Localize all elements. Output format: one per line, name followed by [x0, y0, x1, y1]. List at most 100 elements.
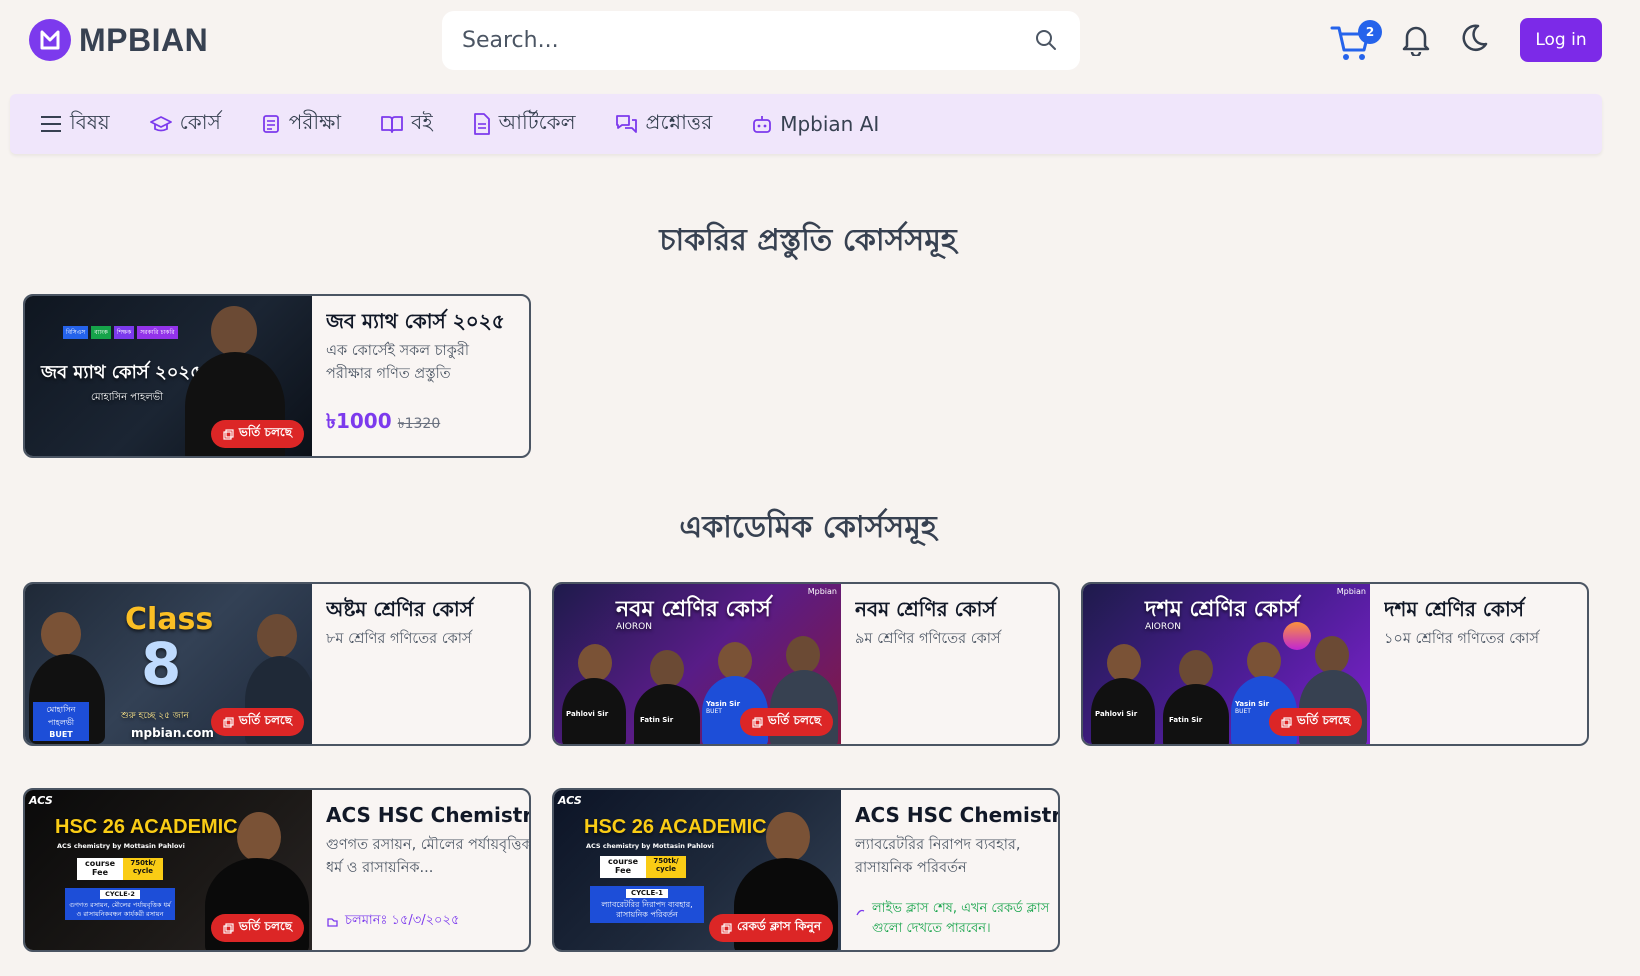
- instructor-photo: [650, 650, 684, 688]
- nav-item-books[interactable]: বই: [381, 108, 433, 141]
- enroll-icon: [1281, 716, 1292, 728]
- planet-decoration: [1283, 622, 1311, 650]
- current-price: ৳1000: [326, 409, 392, 433]
- nav-item-articles[interactable]: আর্টিকেল: [473, 108, 576, 141]
- main-nav: বিষয় কোর্স পরীক্ষা বই আর্টিকেল প্রশ্নোত…: [10, 94, 1602, 154]
- fee-label: course Fee: [600, 856, 646, 878]
- badge-label: ভর্তি চলছে: [238, 425, 292, 439]
- instructor-photo: [1247, 642, 1281, 680]
- enroll-icon: [223, 716, 234, 728]
- thumbnail-site: mpbian.com: [131, 726, 214, 740]
- badge-label: ভর্তি চলছে: [767, 713, 821, 727]
- menu-icon: [41, 116, 61, 132]
- thumbnail-tag: বিসিএস: [63, 326, 89, 339]
- thumbnail-title: HSC 26 ACADEMIC: [584, 816, 767, 838]
- course-card[interactable]: ACS HSC 26 ACADEMIC ACS chemistry by Mot…: [552, 788, 1060, 952]
- header: MPBIAN 2 Log in: [0, 0, 1640, 82]
- notification-button[interactable]: [1401, 22, 1431, 60]
- instructor-name: মোহাসিন পাহলভী: [46, 705, 76, 727]
- search-bar: [442, 11, 1080, 70]
- thumbnail-number: 8: [141, 630, 182, 698]
- thumbnail-logo: AIORON: [1145, 622, 1181, 632]
- instructor-name: Yasin Sir: [1235, 700, 1270, 708]
- fee-label: course Fee: [77, 858, 123, 880]
- thumbnail-logo: ACS: [558, 794, 582, 807]
- course-thumbnail: Mpbian নবম শ্রেণির কোর্স AIORON Pahlovi …: [554, 584, 841, 744]
- enrollment-badge: ভর্তি চলছে: [210, 914, 304, 942]
- exam-icon: [262, 115, 279, 133]
- course-card[interactable]: Mpbian দশম শ্রেণির কোর্স AIORON Pahlovi …: [1081, 582, 1589, 746]
- nav-item-label: বই: [411, 109, 433, 134]
- brand-logo[interactable]: MPBIAN: [29, 19, 208, 61]
- course-card[interactable]: Mpbian নবম শ্রেণির কোর্স AIORON Pahlovi …: [552, 582, 1060, 746]
- thumbnail-title: HSC 26 ACADEMIC: [55, 816, 238, 838]
- thumbnail-tag: ব্যাংক: [91, 326, 111, 339]
- login-button[interactable]: Log in: [1520, 18, 1602, 62]
- nav-item-label: Mpbian AI: [780, 112, 880, 136]
- enroll-icon: [752, 716, 763, 728]
- course-description: ৯ম শ্রেণির গণিতের কোর্স: [855, 631, 1001, 647]
- thumbnail-subtitle: শুরু হচ্ছে ২৫ জান: [121, 711, 189, 721]
- course-title: নবম শ্রেণির কোর্স: [855, 597, 996, 621]
- instructor-photo: [1315, 636, 1349, 674]
- badge-label: ভর্তি চলছে: [238, 713, 292, 727]
- course-thumbnail: Mpbian দশম শ্রেণির কোর্স AIORON Pahlovi …: [1083, 584, 1370, 744]
- brand-name: MPBIAN: [79, 21, 209, 58]
- instructor-photo-body: [1163, 684, 1229, 744]
- buy-recorded-badge: রেকর্ড ক্লাস কিনুন: [708, 914, 833, 942]
- enrollment-badge: ভর্তি চলছে: [210, 420, 304, 448]
- badge-label: রেকর্ড ক্লাস কিনুন: [736, 919, 821, 933]
- calendar-icon: [327, 918, 338, 927]
- info-icon: [856, 909, 865, 916]
- enrollment-badge: ভর্তি চলছে: [739, 708, 833, 736]
- thumbnail-subtitle: মোহাসিন পাহলভী: [91, 392, 163, 403]
- cart-count-badge: 2: [1358, 20, 1382, 44]
- course-description: এক কোর্সেই সকল চাকুরী পরীক্ষার গণিত প্রস…: [326, 343, 470, 383]
- thumbnail-tag: শিক্ষক: [113, 326, 135, 339]
- nav-item-qa[interactable]: প্রশ্নোত্তর: [615, 108, 712, 141]
- nav-item-label: বিষয়: [70, 109, 110, 134]
- cycle-box: CYCLE-1 ল্যাবরেটরির নিরাপদ ব্যবহার, রাসা…: [590, 886, 704, 923]
- thumbnail-brand: Mpbian: [807, 587, 837, 596]
- card-body: নবম শ্রেণির কোর্স ৯ম শ্রেণির গণিতের কোর্…: [841, 584, 1058, 744]
- thumbnail-subtitle: ACS chemistry by Mottasin Pahlovi: [586, 842, 714, 850]
- instructor-photo: [211, 306, 257, 356]
- nav-item-label: কোর্স: [179, 109, 221, 134]
- course-title: দশম শ্রেণির কোর্স: [1384, 597, 1524, 621]
- nav-item-label: পরীক্ষা: [288, 109, 342, 134]
- instructor-photo: [1179, 650, 1213, 688]
- instructor-photo: [718, 642, 752, 680]
- search-icon[interactable]: [1034, 28, 1060, 54]
- course-card[interactable]: ACS HSC 26 ACADEMIC ACS chemistry by Mot…: [23, 788, 531, 952]
- course-title: ACS HSC Chemistry: [326, 803, 531, 827]
- theme-toggle-button[interactable]: [1458, 22, 1490, 58]
- instructor-name-tag: মোহাসিন পাহলভী BUET: [33, 702, 89, 741]
- instructor-photo: [578, 644, 612, 682]
- cycle-text: গুণগত রসায়ন, মৌলের পর্যায়বৃত্তিক ধর্ম …: [69, 900, 171, 918]
- nav-item-exams[interactable]: পরীক্ষা: [261, 108, 341, 141]
- thumbnail-tags: বিসিএস ব্যাংক শিক্ষক সরকারি চাকরি: [63, 326, 178, 339]
- thumbnail-logo: ACS: [29, 794, 53, 807]
- thumbnail-tag: সরকারি চাকরি: [137, 326, 178, 339]
- nav-item-subjects[interactable]: বিষয়: [40, 108, 110, 141]
- nav-item-courses[interactable]: কোর্স: [149, 108, 221, 141]
- search-input[interactable]: [462, 28, 1034, 53]
- course-title: অষ্টম শ্রেণির কোর্স: [326, 597, 473, 621]
- instructor-photo: [41, 612, 81, 656]
- thumbnail-logo: AIORON: [616, 622, 652, 632]
- course-description: ল্যাবরেটরির নিরাপদ ব্যবহার, রাসায়নিক পর…: [855, 837, 1021, 877]
- course-description: গুণগত রসায়ন, মৌলের পর্যায়বৃত্তিক ধর্ম …: [326, 837, 531, 877]
- cycle-box: CYCLE-2 গুণগত রসায়ন, মৌলের পর্যায়বৃত্ত…: [65, 888, 175, 921]
- course-card[interactable]: Class 8 মোহাসিন পাহলভী BUET শুরু হচ্ছে ২…: [23, 582, 531, 746]
- course-price: ৳1000 ৳1320: [326, 407, 440, 440]
- cart-button[interactable]: 2: [1330, 18, 1382, 62]
- instructor-name: Fatin Sir: [1169, 716, 1203, 724]
- thumbnail-subtitle: ACS chemistry by Mottasin Pahlovi: [57, 842, 185, 850]
- nav-item-ai[interactable]: Mpbian AI: [752, 112, 879, 136]
- course-title: জব ম্যাথ কোর্স ২০২৫: [326, 309, 505, 333]
- course-card[interactable]: বিসিএস ব্যাংক শিক্ষক সরকারি চাকরি জব ম্য…: [23, 294, 531, 458]
- enroll-icon: [223, 922, 234, 934]
- course-status: লাইভ ক্লাস শেষ, এখন রেকর্ড ক্লাস গুলো দে…: [855, 899, 1058, 938]
- bell-icon: [1402, 26, 1430, 58]
- instructor-photo: [237, 812, 281, 862]
